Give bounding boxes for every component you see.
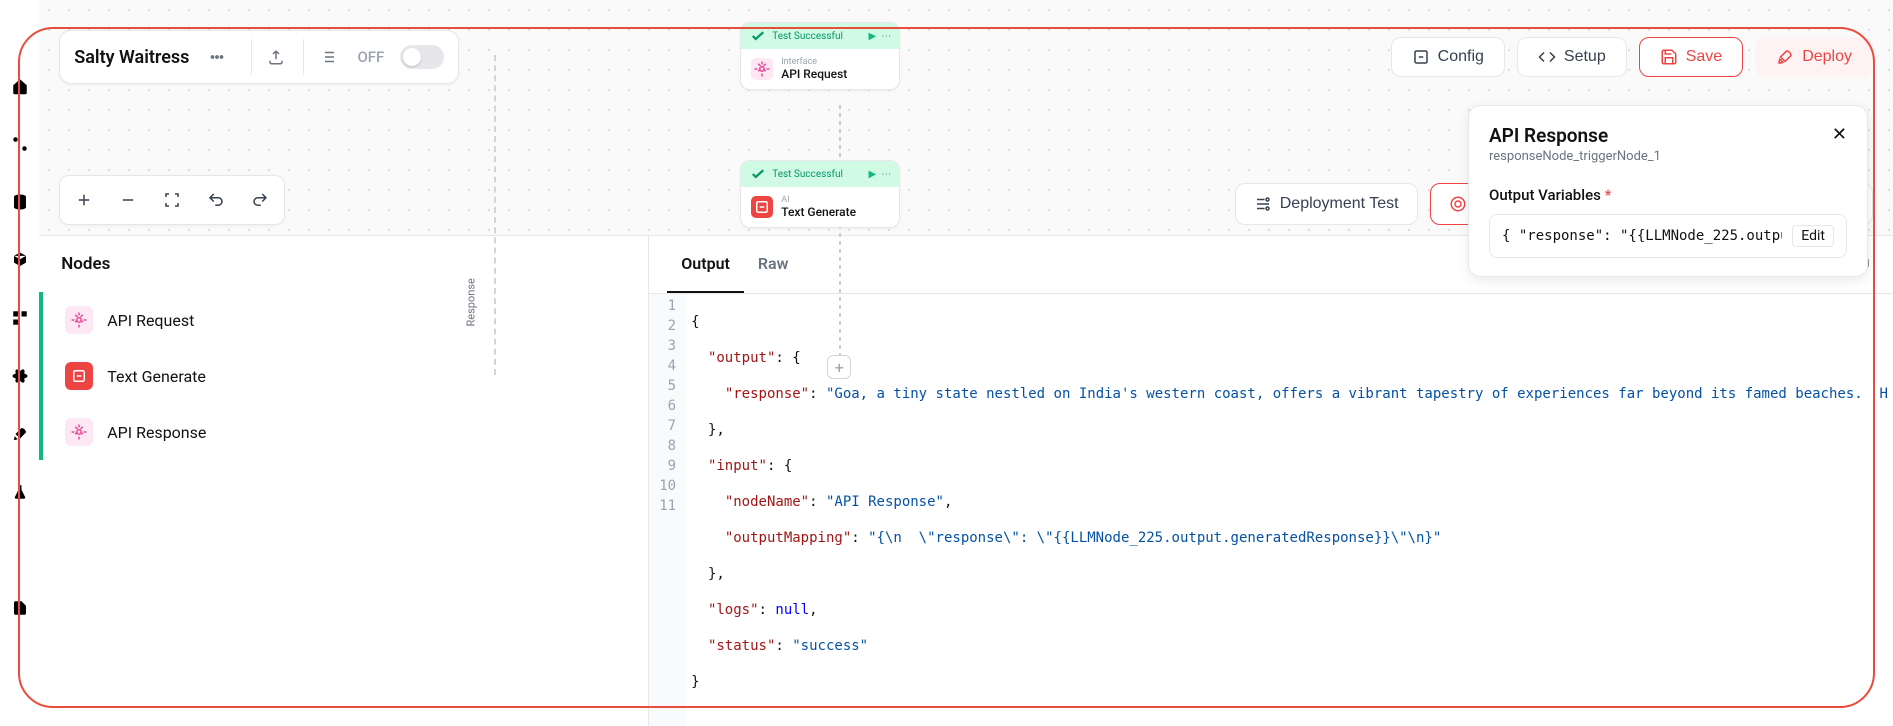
fullscreen-icon[interactable] [152, 180, 192, 220]
close-icon[interactable]: ✕ [1832, 124, 1847, 145]
node-detail-panel: API Response responseNode_triggerNode_1 … [1468, 105, 1868, 277]
response-label: Response [465, 278, 478, 326]
ai-icon [65, 362, 93, 390]
config-button[interactable]: Config [1391, 37, 1505, 77]
save-button[interactable]: Save [1639, 37, 1743, 77]
tab-raw[interactable]: Raw [744, 236, 803, 293]
node-row-text-generate[interactable]: Text Generate [39, 348, 648, 404]
nodes-panel-title: Nodes [39, 236, 648, 292]
home-icon[interactable] [9, 75, 31, 97]
flask-icon[interactable] [9, 481, 31, 503]
divider-line [494, 55, 496, 375]
field-label: Output Variables * [1489, 186, 1847, 204]
node-menu-icon[interactable]: ⋯ [881, 169, 891, 180]
cube-icon[interactable] [9, 249, 31, 271]
output-panel: Output Raw 1234567891011 { "output": { "… [649, 236, 1893, 726]
play-icon[interactable]: ▶ [869, 169, 877, 180]
interface-icon [65, 418, 93, 446]
tab-output[interactable]: Output [667, 236, 744, 293]
left-nav [0, 0, 39, 726]
panel-subtitle: responseNode_triggerNode_1 [1489, 149, 1661, 164]
canvas-node-text-generate[interactable]: Test Successful ▶ ⋯ AI Text Generate [740, 160, 900, 228]
nodes-icon[interactable] [9, 133, 31, 155]
node-row-label: API Request [107, 311, 194, 330]
canvas-toolbar [59, 175, 285, 225]
list-icon[interactable] [9, 539, 31, 561]
setup-button[interactable]: Setup [1517, 37, 1627, 77]
interface-icon [65, 306, 93, 334]
blocks-icon[interactable] [9, 307, 31, 329]
zoom-out-icon[interactable] [108, 180, 148, 220]
more-icon[interactable] [199, 39, 235, 75]
toggle-label: OFF [357, 48, 384, 66]
node-name: Text Generate [781, 205, 856, 219]
undo-icon[interactable] [196, 180, 236, 220]
node-row-label: Text Generate [107, 367, 206, 386]
line-gutter: 1234567891011 [649, 294, 686, 726]
node-row-api-response[interactable]: API Response [39, 404, 648, 460]
node-row-label: API Response [107, 423, 206, 442]
atom-icon[interactable] [9, 365, 31, 387]
rocket-icon[interactable] [9, 423, 31, 445]
edit-button[interactable]: Edit [1792, 225, 1834, 247]
add-node-button[interactable]: + [827, 355, 851, 379]
ai-icon [751, 196, 773, 218]
workflow-title: Salty Waitress [74, 47, 189, 68]
file-icon[interactable] [9, 597, 31, 619]
list-view-icon[interactable] [303, 39, 339, 75]
node-type: AI [781, 195, 856, 205]
database-icon[interactable] [9, 191, 31, 213]
node-status: Test Successful [772, 169, 843, 180]
redo-icon[interactable] [240, 180, 280, 220]
panel-title: API Response [1489, 124, 1661, 147]
output-variables-field[interactable]: { "response": "{{LLMNode_225.output.gen [1502, 228, 1782, 244]
node-row-api-request[interactable]: API Request [39, 292, 648, 348]
zoom-in-icon[interactable] [64, 180, 104, 220]
deploy-button[interactable]: Deploy [1755, 37, 1873, 77]
title-bar: Salty Waitress OFF [59, 30, 459, 84]
nodes-panel: Nodes API Request Text Generate API Resp… [39, 236, 649, 726]
deployment-test-button[interactable]: Deployment Test [1235, 183, 1418, 225]
upload-icon[interactable] [251, 39, 287, 75]
enable-toggle[interactable] [400, 45, 444, 69]
